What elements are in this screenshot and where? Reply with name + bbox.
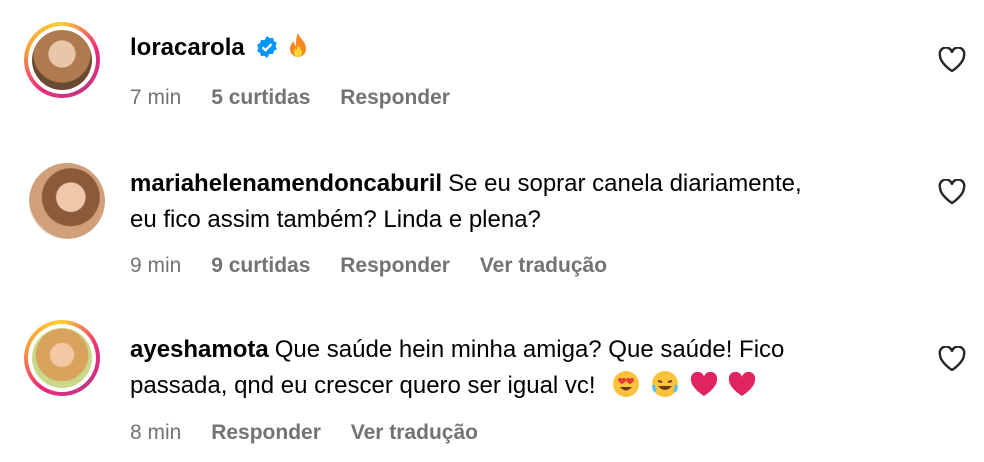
comment-text: Que saúde hein minha amiga? Que saúde! F… xyxy=(274,336,785,363)
avatar-story-ring[interactable] xyxy=(24,320,100,396)
reply-button[interactable]: Responder xyxy=(340,254,450,277)
avatar-story-ring[interactable] xyxy=(24,22,100,98)
fire-emoji xyxy=(289,33,306,57)
avatar[interactable] xyxy=(24,158,105,239)
comment-body: loracarola xyxy=(130,30,890,66)
comment-meta: 7 min 5 curtidas Responder xyxy=(130,86,474,110)
comment-username[interactable]: ayeshamota xyxy=(130,336,269,363)
comment-body: mariahelenamendoncaburil Se eu soprar can… xyxy=(130,166,890,238)
reply-button[interactable]: Responder xyxy=(211,421,321,444)
like-heart-icon[interactable] xyxy=(938,346,966,372)
likes-count-link[interactable]: 9 curtidas xyxy=(211,254,310,277)
comment-time: 7 min xyxy=(130,86,182,109)
like-heart-icon[interactable] xyxy=(938,179,966,205)
red-heart-emoji xyxy=(729,372,756,396)
comment-text-line2: passada, qnd eu crescer quero ser igual … xyxy=(130,372,596,399)
see-translation-button[interactable]: Ver tradução xyxy=(351,421,478,444)
like-heart-icon[interactable] xyxy=(938,47,966,73)
comment-time: 8 min xyxy=(130,421,182,444)
comment-meta: 9 min 9 curtidas Responder Ver tradução xyxy=(130,254,631,278)
heart-eyes-emoji xyxy=(613,371,640,397)
comment-username[interactable]: loracarola xyxy=(130,34,245,61)
comment-time: 9 min xyxy=(130,254,182,277)
comment-body: ayeshamota Que saúde hein minha amiga? Qu… xyxy=(130,332,890,404)
red-heart-emoji xyxy=(690,372,717,396)
comment-meta: 8 min Responder Ver tradução xyxy=(130,421,502,445)
likes-count-link[interactable]: 5 curtidas xyxy=(211,86,310,109)
laughing-emoji xyxy=(651,371,678,397)
see-translation-button[interactable]: Ver tradução xyxy=(480,254,607,277)
comment-text-line2: eu fico assim também? Linda e plena? xyxy=(130,206,541,233)
comment-text: Se eu soprar canela diariamente, xyxy=(448,170,802,197)
reply-button[interactable]: Responder xyxy=(340,86,450,109)
comment-username[interactable]: mariahelenamendoncaburil xyxy=(130,170,442,197)
avatar[interactable] xyxy=(32,328,92,388)
avatar[interactable] xyxy=(32,30,92,90)
verified-badge-icon xyxy=(256,36,277,58)
